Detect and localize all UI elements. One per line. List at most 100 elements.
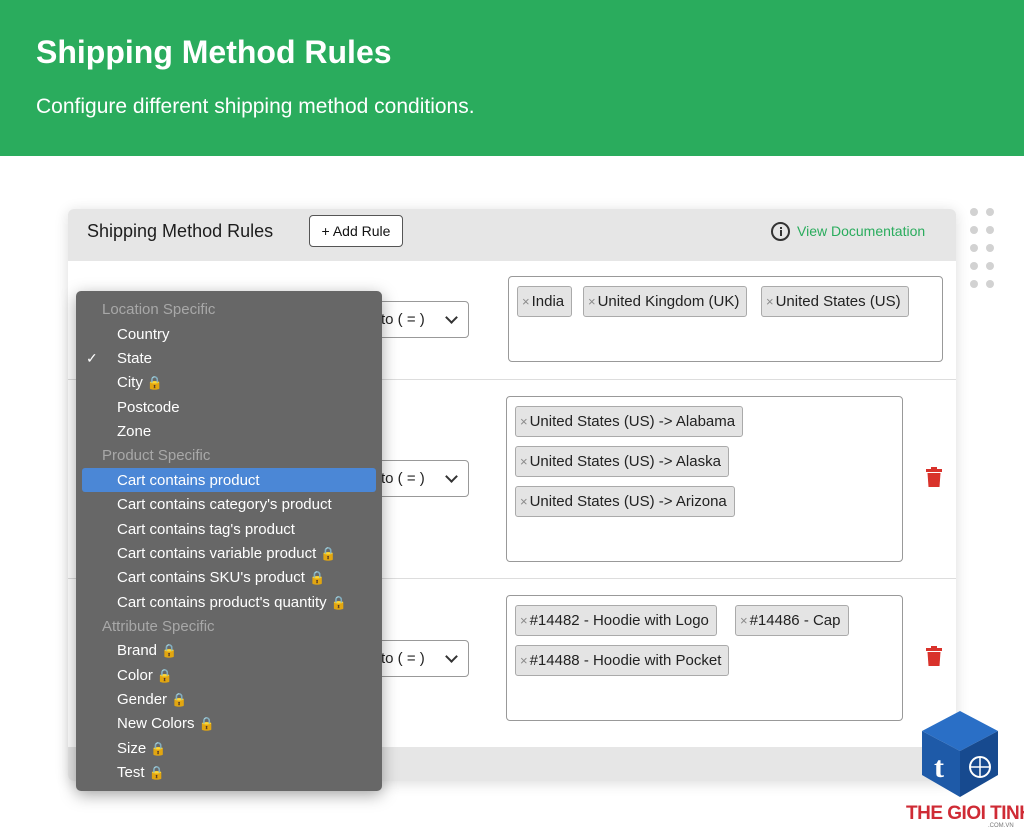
remove-tag-icon[interactable]: × bbox=[520, 454, 528, 469]
group-label-product: Product Specific bbox=[102, 447, 211, 464]
card-header: Shipping Method Rules + Add Rule View Do… bbox=[68, 209, 956, 261]
lock-icon: 🔒 bbox=[156, 668, 174, 683]
option-cart-contains-product-quantity[interactable]: Cart contains product's quantity 🔒 bbox=[76, 590, 382, 614]
lock-icon: 🔒 bbox=[171, 692, 188, 707]
hero-banner: Shipping Method Rules Configure differen… bbox=[0, 0, 1024, 156]
remove-tag-icon[interactable]: × bbox=[522, 294, 530, 309]
lock-icon: 🔒 bbox=[148, 765, 165, 780]
option-zone[interactable]: Zone bbox=[76, 419, 382, 443]
group-label-attribute: Attribute Specific bbox=[102, 618, 215, 635]
option-cart-contains-sku-product[interactable]: Cart contains SKU's product 🔒 bbox=[76, 565, 382, 589]
lock-icon: 🔒 bbox=[308, 570, 326, 585]
info-icon bbox=[771, 221, 790, 241]
add-rule-button[interactable]: + Add Rule bbox=[309, 215, 403, 247]
lock-icon: 🔒 bbox=[198, 716, 215, 731]
rule-2-operator-select[interactable]: to ( = ) bbox=[368, 460, 469, 497]
remove-tag-icon[interactable]: × bbox=[520, 613, 528, 628]
delete-rule-3-trash-icon[interactable] bbox=[926, 646, 942, 666]
cube-logo-icon: t bbox=[922, 711, 998, 797]
value-tag: × #14486 - Cap bbox=[735, 605, 849, 636]
remove-tag-icon[interactable]: × bbox=[588, 294, 596, 309]
option-label: Cart contains SKU's product bbox=[117, 569, 305, 586]
rule-1-values-field[interactable]: × India × United Kingdom (UK) × United Stat… bbox=[508, 276, 943, 362]
option-test[interactable]: Test 🔒 bbox=[76, 760, 382, 784]
value-tag: × #14482 - Hoodie with Logo bbox=[515, 605, 717, 636]
lock-icon: 🔒 bbox=[161, 643, 178, 658]
rule-1-operator-select[interactable]: to ( = ) bbox=[368, 301, 469, 338]
remove-tag-icon[interactable]: × bbox=[740, 613, 748, 628]
option-label: Size bbox=[117, 740, 147, 757]
value-tag: × #14488 - Hoodie with Pocket bbox=[515, 645, 730, 676]
rule-2-values-field[interactable]: × United States (US) -> Alabama × United S… bbox=[506, 396, 903, 562]
option-label: Cart contains category's product bbox=[117, 496, 332, 513]
svg-text:t: t bbox=[934, 751, 944, 784]
rule-3-operator-select[interactable]: to ( = ) bbox=[368, 640, 469, 677]
tag-label: United States (US) -> Alabama bbox=[529, 413, 736, 430]
checkmark-icon: ✓ bbox=[86, 350, 98, 366]
option-new-colors[interactable]: New Colors 🔒 bbox=[76, 711, 382, 735]
rule-3-values-field[interactable]: × #14482 - Hoodie with Logo × #14486 - Cap… bbox=[506, 595, 903, 721]
chevron-down-icon bbox=[445, 311, 458, 324]
tag-label: India bbox=[531, 293, 565, 310]
option-label: Postcode bbox=[117, 399, 180, 416]
lock-icon: 🔒 bbox=[146, 375, 164, 390]
option-color[interactable]: Color 🔒 bbox=[76, 663, 382, 687]
card-title: Shipping Method Rules bbox=[87, 221, 274, 241]
option-country[interactable]: Country bbox=[76, 322, 382, 346]
value-tag: × United States (US) -> Alabama bbox=[515, 406, 744, 437]
lock-icon: 🔒 bbox=[150, 741, 167, 756]
chevron-down-icon bbox=[445, 470, 458, 483]
value-tag: × India bbox=[517, 286, 573, 317]
option-label: Color bbox=[117, 667, 153, 684]
remove-tag-icon[interactable]: × bbox=[766, 294, 774, 309]
option-cart-contains-category-product[interactable]: Cart contains category's product bbox=[76, 492, 382, 516]
option-label: New Colors bbox=[117, 715, 195, 732]
option-label: State bbox=[117, 350, 153, 367]
remove-tag-icon[interactable]: × bbox=[520, 653, 528, 668]
condition-type-dropdown[interactable]: Location Specific Country ✓ State City 🔒 P… bbox=[76, 291, 382, 791]
option-label: Test bbox=[117, 764, 145, 781]
remove-tag-icon[interactable]: × bbox=[520, 414, 528, 429]
rule-1-operator-value: to ( = ) bbox=[381, 311, 425, 328]
hero-subtitle: Configure different shipping method cond… bbox=[36, 95, 475, 118]
option-cart-contains-tag-product[interactable]: Cart contains tag's product bbox=[76, 517, 382, 541]
value-tag: × United States (US) -> Arizona bbox=[515, 486, 735, 517]
watermark-logo: t THE GIOI TINHOC .COM.VN bbox=[898, 708, 1024, 833]
watermark-brand: THE GIOI TINHOC bbox=[906, 803, 1024, 824]
view-documentation-link[interactable]: View Documentation bbox=[771, 219, 925, 243]
option-label: City bbox=[117, 374, 143, 391]
tag-label: United Kingdom (UK) bbox=[597, 293, 740, 310]
remove-tag-icon[interactable]: × bbox=[520, 494, 528, 509]
lock-icon: 🔒 bbox=[320, 546, 337, 561]
value-tag: × United States (US) -> Alaska bbox=[515, 446, 729, 477]
value-tag: × United States (US) bbox=[761, 286, 909, 317]
option-label: Cart contains variable product bbox=[117, 545, 317, 562]
option-brand[interactable]: Brand 🔒 bbox=[76, 638, 382, 662]
option-gender[interactable]: Gender 🔒 bbox=[76, 687, 382, 711]
tag-label: #14486 - Cap bbox=[749, 612, 841, 629]
watermark-domain: .COM.VN bbox=[988, 823, 1014, 829]
value-tag: × United Kingdom (UK) bbox=[583, 286, 748, 317]
option-cart-contains-product[interactable]: Cart contains product bbox=[82, 468, 376, 492]
view-documentation-label: View Documentation bbox=[797, 223, 926, 239]
rule-2-operator-value: to ( = ) bbox=[381, 470, 425, 487]
tag-label: United States (US) bbox=[775, 293, 901, 310]
option-label: Cart contains product bbox=[117, 472, 260, 489]
option-city[interactable]: City 🔒 bbox=[76, 370, 382, 394]
rule-3-operator-value: to ( = ) bbox=[381, 650, 425, 667]
option-size[interactable]: Size 🔒 bbox=[76, 736, 382, 760]
option-label: Cart contains tag's product bbox=[117, 521, 295, 538]
option-state[interactable]: ✓ State bbox=[76, 346, 382, 370]
option-label: Cart contains product's quantity bbox=[117, 594, 327, 611]
hero-title: Shipping Method Rules bbox=[36, 34, 392, 70]
chevron-down-icon bbox=[445, 650, 458, 663]
option-label: Brand bbox=[117, 642, 158, 659]
option-cart-contains-variable-product[interactable]: Cart contains variable product 🔒 bbox=[76, 541, 382, 565]
tag-label: United States (US) -> Arizona bbox=[529, 493, 727, 510]
delete-rule-2-trash-icon[interactable] bbox=[926, 467, 942, 487]
option-postcode[interactable]: Postcode bbox=[76, 395, 382, 419]
option-label: Gender bbox=[117, 691, 168, 708]
tag-label: #14488 - Hoodie with Pocket bbox=[529, 652, 722, 669]
group-label-location: Location Specific bbox=[102, 301, 216, 318]
tag-label: #14482 - Hoodie with Logo bbox=[529, 612, 709, 629]
